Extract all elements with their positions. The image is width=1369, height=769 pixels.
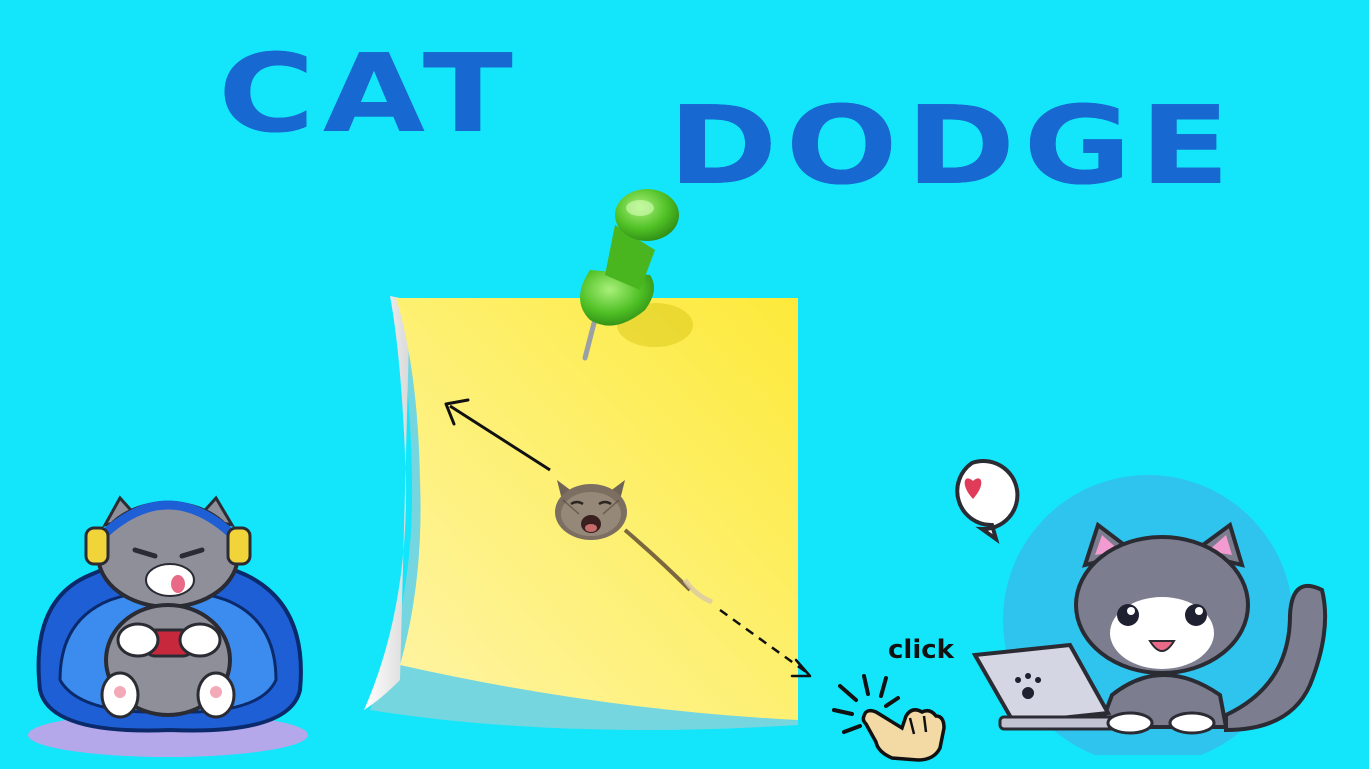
- push-pin-icon: [580, 189, 693, 361]
- title-dodge: DODGE: [668, 82, 1238, 210]
- click-hint-label: click: [888, 635, 954, 665]
- heart-speech-bubble-icon: [955, 459, 1020, 544]
- gamer-cat-illustration: [28, 495, 308, 757]
- pointing-hand-icon: [832, 674, 946, 762]
- player-cat-face[interactable]: [551, 474, 631, 542]
- title-cat: CAT: [218, 30, 521, 158]
- laptop-cat-illustration: [955, 459, 1328, 755]
- game-stage: CAT DODGE click: [0, 0, 1369, 769]
